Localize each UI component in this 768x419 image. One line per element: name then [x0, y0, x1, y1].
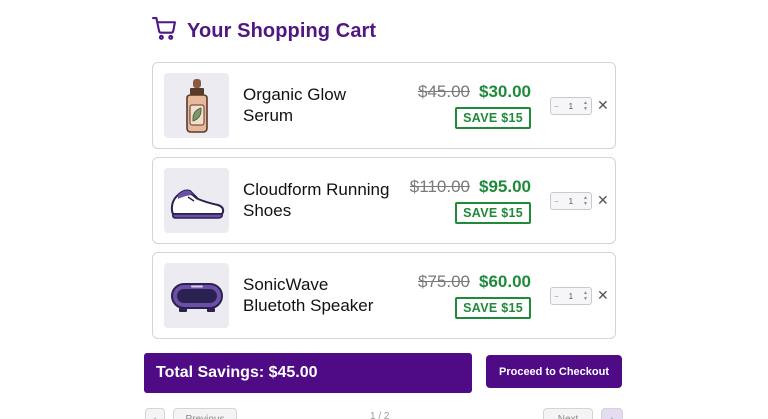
product-thumbnail — [164, 168, 229, 233]
page-indicator: 1 / 2 — [370, 411, 390, 419]
chevron-left-icon: ‹ — [153, 413, 157, 419]
remove-item-icon[interactable]: ✕ — [597, 286, 609, 304]
decrement-icon[interactable]: − — [554, 102, 559, 111]
original-price: $45.00 — [418, 82, 470, 101]
original-price: $110.00 — [409, 177, 470, 196]
quantity-value[interactable]: 1 — [569, 197, 573, 206]
remove-item-icon[interactable]: ✕ — [597, 96, 609, 114]
sale-price: $60.00 — [479, 272, 531, 291]
cart-item: Cloudform Running Shoes $110.00 $95.00 S… — [152, 157, 616, 244]
savings-badge: SAVE $15 — [455, 202, 531, 224]
remove-item-icon[interactable]: ✕ — [597, 191, 609, 209]
decrement-icon[interactable]: − — [554, 292, 559, 301]
quantity-stepper[interactable]: − 1 ▲ ▼ — [550, 192, 592, 210]
product-thumbnail — [164, 263, 229, 328]
speaker-icon — [170, 282, 223, 312]
price-group: $110.00 $95.00 — [410, 177, 531, 197]
first-page-button[interactable]: ‹ — [145, 408, 165, 419]
cart-item: Organic Glow Serum $45.00 $30.00 SAVE $1… — [152, 62, 616, 149]
product-name[interactable]: SonicWave Bluetoth Speaker — [243, 274, 393, 316]
sale-price: $30.00 — [479, 82, 531, 101]
spin-arrows-icon[interactable]: ▲ ▼ — [583, 100, 588, 112]
product-thumbnail — [164, 73, 229, 138]
last-page-button[interactable]: › — [601, 408, 623, 419]
next-page-button[interactable]: Next — [543, 408, 593, 419]
original-price: $75.00 — [418, 272, 470, 291]
sale-price: $95.00 — [479, 177, 531, 196]
price-group: $45.00 $30.00 — [418, 82, 531, 102]
quantity-stepper[interactable]: − 1 ▲ ▼ — [550, 97, 592, 115]
spin-arrows-icon[interactable]: ▲ ▼ — [583, 290, 588, 302]
price-group: $75.00 $60.00 — [418, 272, 531, 292]
total-savings-bar: Total Savings: $45.00 — [144, 353, 472, 393]
quantity-value[interactable]: 1 — [569, 292, 573, 301]
shopping-cart-page: Your Shopping Cart Organic Glow Serum $4… — [0, 0, 768, 419]
quantity-value[interactable]: 1 — [569, 102, 573, 111]
savings-badge: SAVE $15 — [455, 107, 531, 129]
previous-page-button[interactable]: Previous — [173, 408, 237, 419]
decrement-icon[interactable]: − — [554, 197, 559, 206]
cart-icon — [152, 16, 177, 46]
serum-bottle-icon — [185, 78, 208, 133]
chevron-right-icon: › — [610, 413, 614, 419]
spin-arrows-icon[interactable]: ▲ ▼ — [583, 195, 588, 207]
cart-header: Your Shopping Cart — [152, 16, 376, 46]
proceed-to-checkout-button[interactable]: Proceed to Checkout — [486, 355, 622, 388]
page-title: Your Shopping Cart — [187, 19, 377, 42]
savings-badge: SAVE $15 — [455, 297, 531, 319]
quantity-stepper[interactable]: − 1 ▲ ▼ — [550, 287, 592, 305]
product-name[interactable]: Cloudform Running Shoes — [243, 179, 393, 221]
cart-item: SonicWave Bluetoth Speaker $75.00 $60.00… — [152, 252, 616, 339]
product-name[interactable]: Organic Glow Serum — [243, 84, 393, 126]
running-shoe-icon — [170, 189, 224, 219]
